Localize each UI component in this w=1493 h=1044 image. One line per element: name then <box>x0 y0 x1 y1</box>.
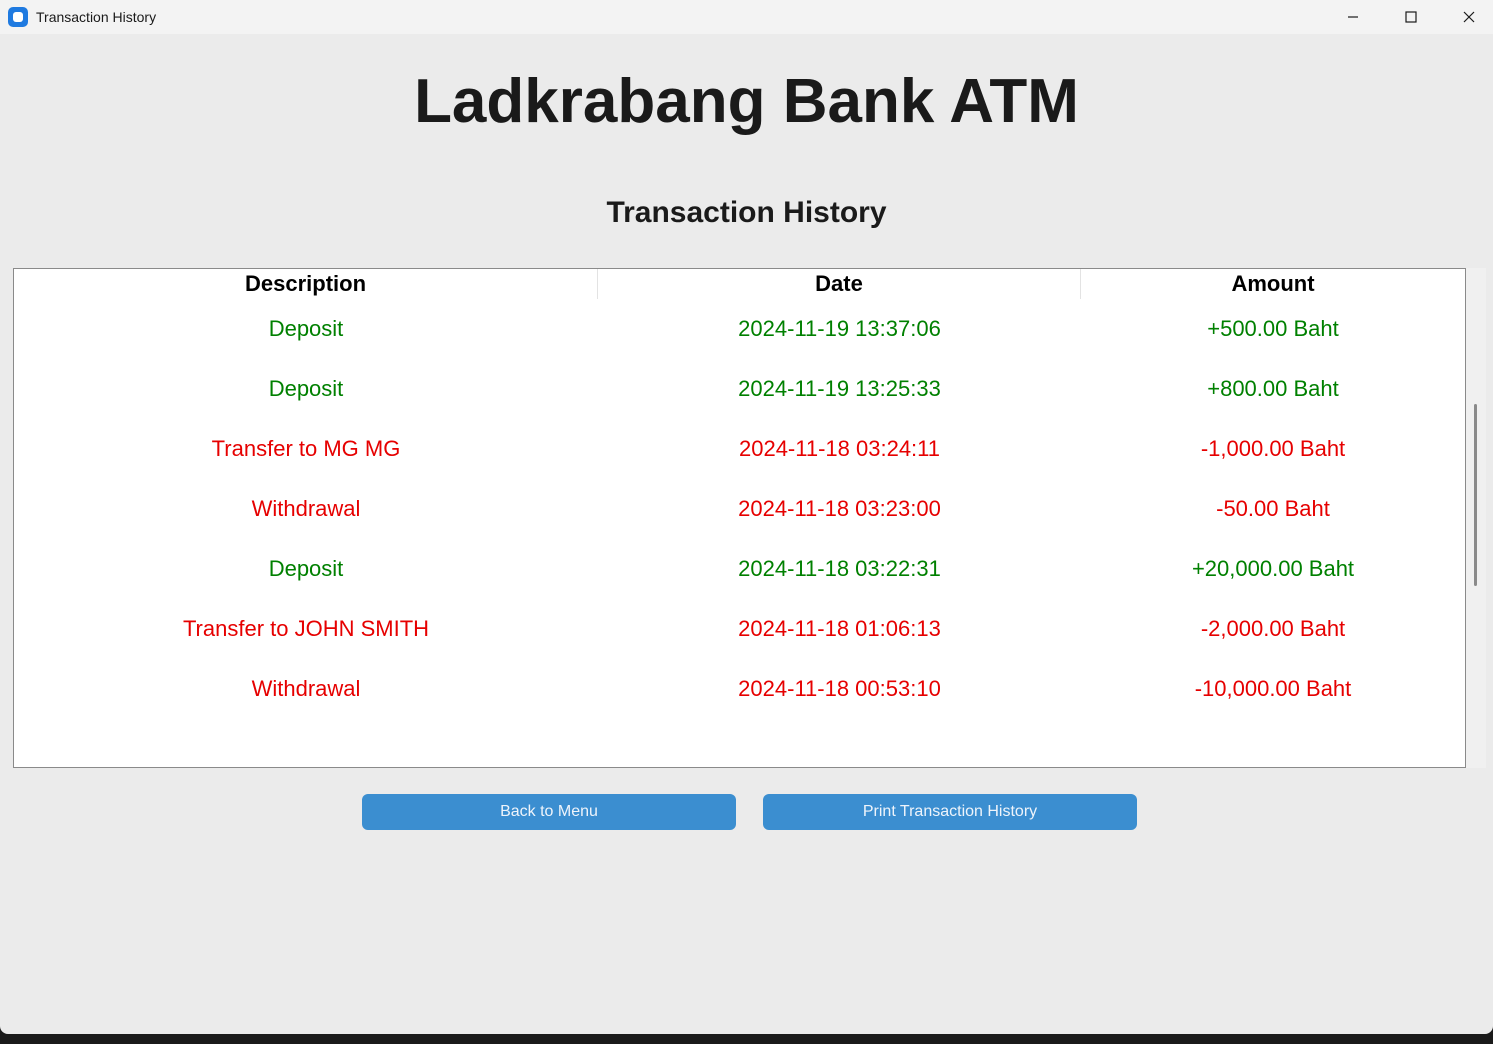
cell-description: Withdrawal <box>251 676 361 701</box>
table-row[interactable]: Deposit 2024-11-18 03:22:31 +20,000.00 Bah… <box>14 539 1465 599</box>
cell-description: Deposit <box>268 316 344 341</box>
table-row[interactable]: Deposit 2024-11-19 13:37:06 +500.00 Baht <box>14 299 1465 359</box>
print-history-button[interactable]: Print Transaction History <box>763 794 1137 830</box>
table-header: Description Date Amount <box>14 269 1465 299</box>
column-header-date[interactable]: Date <box>598 269 1081 299</box>
table-body: Deposit 2024-11-19 13:37:06 +500.00 Baht De… <box>14 299 1465 719</box>
cell-amount: -50.00 Baht <box>1216 496 1330 521</box>
transaction-table[interactable]: Description Date Amount Deposit 2024-11-1… <box>13 268 1466 768</box>
cell-amount: +20,000.00 Baht <box>1191 556 1355 581</box>
cell-amount: +800.00 Baht <box>1207 376 1339 401</box>
column-header-amount[interactable]: Amount <box>1081 269 1465 299</box>
cell-amount: -10,000.00 Baht <box>1194 676 1352 701</box>
taskbar-edge <box>0 1034 1493 1044</box>
table-row[interactable]: Withdrawal 2024-11-18 00:53:10 -10,000.00 … <box>14 659 1465 719</box>
cell-date: 2024-11-19 13:37:06 <box>738 316 941 341</box>
window-title: Transaction History <box>36 9 157 25</box>
cell-date: 2024-11-18 03:22:31 <box>738 556 941 581</box>
close-button[interactable] <box>1440 0 1493 34</box>
cell-description: Deposit <box>268 556 344 581</box>
cell-date: 2024-11-18 03:23:00 <box>738 496 941 521</box>
maximize-icon <box>1405 11 1417 23</box>
table-row[interactable]: Transfer to JOHN SMITH 2024-11-18 01:06:1… <box>14 599 1465 659</box>
bank-name-heading: Ladkrabang Bank ATM <box>414 67 1079 136</box>
cell-amount: -1,000.00 Baht <box>1200 436 1346 461</box>
cell-amount: -2,000.00 Baht <box>1200 616 1346 641</box>
close-icon <box>1463 11 1475 23</box>
back-to-menu-button[interactable]: Back to Menu <box>362 794 736 830</box>
scrollbar-thumb[interactable] <box>1474 404 1477 586</box>
minimize-icon <box>1348 16 1358 18</box>
column-header-description[interactable]: Description <box>14 269 598 299</box>
cell-description: Withdrawal <box>251 496 361 521</box>
page-title: Transaction History <box>606 196 887 229</box>
cell-description: Deposit <box>268 376 344 401</box>
title-bar[interactable]: Transaction History <box>0 0 1493 34</box>
cell-date: 2024-11-18 00:53:10 <box>738 676 941 701</box>
cell-description: Transfer to MG MG <box>211 436 401 461</box>
cell-description: Transfer to JOHN SMITH <box>182 616 430 641</box>
cell-amount: +500.00 Baht <box>1207 316 1339 341</box>
table-scrollbar[interactable] <box>1466 268 1486 768</box>
cell-date: 2024-11-18 01:06:13 <box>738 616 941 641</box>
app-window: Transaction History Ladkrabang Bank ATM … <box>0 0 1493 1034</box>
cell-date: 2024-11-19 13:25:33 <box>738 376 941 401</box>
minimize-button[interactable] <box>1324 0 1382 34</box>
table-row[interactable]: Transfer to MG MG 2024-11-18 03:24:11 -1,0… <box>14 419 1465 479</box>
table-row[interactable]: Withdrawal 2024-11-18 03:23:00 -50.00 Baht <box>14 479 1465 539</box>
maximize-button[interactable] <box>1382 0 1440 34</box>
table-row[interactable]: Deposit 2024-11-19 13:25:33 +800.00 Baht <box>14 359 1465 419</box>
app-icon <box>8 7 28 27</box>
cell-date: 2024-11-18 03:24:11 <box>738 436 941 461</box>
